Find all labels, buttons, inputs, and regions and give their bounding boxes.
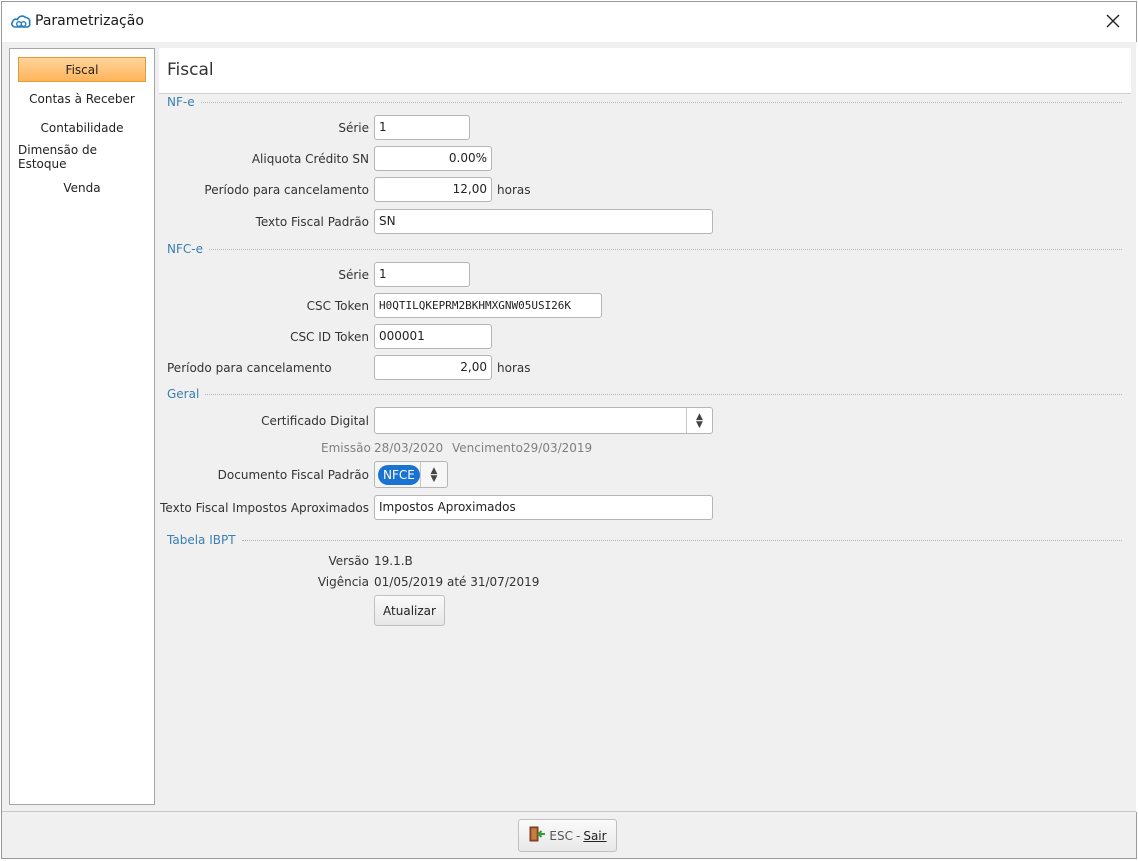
versao-label: Versão bbox=[328, 554, 369, 568]
exit-label: Sair bbox=[583, 828, 607, 843]
impostos-input[interactable]: Impostos Aproximados bbox=[374, 495, 713, 520]
cloud-logo-icon bbox=[10, 12, 32, 30]
section-nfce: NFC-e bbox=[167, 242, 1122, 256]
section-divider bbox=[200, 101, 1122, 103]
emissao-label: Emissão bbox=[321, 441, 371, 455]
title-bar: Parametrização bbox=[2, 2, 1136, 42]
nfce-csc-token-label: CSC Token bbox=[306, 299, 369, 313]
spin-arrows-icon: ▲ ▼ bbox=[686, 408, 712, 433]
section-title: NFC-e bbox=[167, 242, 203, 256]
nfce-serie-label: Série bbox=[338, 268, 369, 282]
exit-separator: - bbox=[575, 828, 581, 843]
atualizar-label: Atualizar bbox=[383, 603, 436, 618]
footer-bar: ESC - Sair bbox=[2, 811, 1136, 858]
certificado-value bbox=[375, 408, 675, 433]
documento-label: Documento Fiscal Padrão bbox=[217, 468, 369, 482]
certificado-label: Certificado Digital bbox=[261, 414, 369, 428]
section-geral: Geral bbox=[167, 387, 1122, 401]
emissao-value: 28/03/2020 bbox=[374, 441, 444, 455]
vencimento-label: Vencimento bbox=[452, 441, 523, 455]
nfe-aliquota-label: Aliquota Crédito SN bbox=[251, 152, 369, 166]
sidebar-item-contabilidade[interactable]: Contabilidade bbox=[18, 115, 146, 140]
nfce-csc-id-input[interactable]: 000001 bbox=[374, 324, 492, 349]
section-divider bbox=[205, 393, 1122, 395]
vencimento-value: 29/03/2019 bbox=[523, 441, 593, 455]
nfce-periodo-unit: horas bbox=[497, 361, 531, 375]
page-title: Fiscal bbox=[167, 60, 214, 80]
sidebar-item-dimensao-de-estoque[interactable]: Dimensão de Estoque bbox=[18, 142, 146, 171]
nfce-periodo-label: Período para cancelamento bbox=[167, 361, 332, 375]
nfce-periodo-input[interactable]: 2,00 bbox=[374, 355, 492, 380]
main-panel: Fiscal NF-e Série 1 Aliquota Crédito SN … bbox=[159, 48, 1131, 805]
atualizar-button[interactable]: Atualizar bbox=[374, 595, 445, 626]
spin-arrows-icon: ▲ ▼ bbox=[420, 462, 447, 487]
sidebar-item-label: Venda bbox=[63, 180, 101, 195]
nfe-periodo-label: Período para cancelamento bbox=[204, 183, 369, 197]
vigencia-value: 01/05/2019 até 31/07/2019 bbox=[374, 575, 540, 589]
nfe-serie-label: Série bbox=[338, 121, 369, 135]
nfe-texto-label: Texto Fiscal Padrão bbox=[255, 215, 369, 229]
section-title: NF-e bbox=[167, 95, 195, 109]
sidebar-item-label: Contas à Receber bbox=[29, 91, 135, 106]
nfe-periodo-unit: horas bbox=[497, 183, 531, 197]
vigencia-label: Vigência bbox=[317, 575, 369, 589]
documento-chip: NFCE bbox=[378, 465, 420, 485]
settings-window: Parametrização Fiscal Contas à Receber C… bbox=[1, 1, 1138, 859]
exit-button[interactable]: ESC - Sair bbox=[518, 819, 617, 852]
nfce-csc-id-label: CSC ID Token bbox=[290, 330, 369, 344]
section-title: Geral bbox=[167, 387, 200, 401]
section-tabela-ibpt: Tabela IBPT bbox=[167, 533, 1122, 547]
sidebar-item-fiscal[interactable]: Fiscal bbox=[18, 57, 146, 82]
impostos-label: Texto Fiscal Impostos Aproximados bbox=[160, 501, 369, 515]
close-icon bbox=[1106, 14, 1120, 31]
sidebar-item-label: Dimensão de Estoque bbox=[18, 142, 98, 171]
versao-value: 19.1.B bbox=[374, 554, 413, 568]
exit-door-icon bbox=[528, 826, 546, 845]
close-button[interactable] bbox=[1090, 2, 1136, 42]
section-title: Tabela IBPT bbox=[167, 533, 236, 547]
section-divider bbox=[241, 539, 1122, 541]
nfe-serie-input[interactable]: 1 bbox=[374, 115, 470, 140]
nfce-csc-token-input[interactable]: H0QTILQKEPRM2BKHMXGNW05USI26K bbox=[374, 293, 602, 318]
exit-shortcut: ESC bbox=[549, 828, 573, 843]
nfe-periodo-input[interactable]: 12,00 bbox=[374, 177, 492, 202]
nfe-aliquota-input[interactable]: 0.00% bbox=[374, 146, 492, 171]
sidebar-item-venda[interactable]: Venda bbox=[18, 175, 146, 200]
sidebar-item-contas-a-receber[interactable]: Contas à Receber bbox=[18, 86, 146, 111]
sidebar-item-label: Contabilidade bbox=[40, 120, 124, 135]
window-title: Parametrização bbox=[35, 13, 144, 29]
section-divider bbox=[208, 248, 1122, 250]
certificado-select[interactable]: ▲ ▼ bbox=[374, 407, 713, 434]
nfe-texto-input[interactable]: SN bbox=[374, 209, 713, 234]
panel-header: Fiscal bbox=[159, 48, 1131, 94]
nfce-serie-input[interactable]: 1 bbox=[374, 262, 470, 287]
sidebar-item-label: Fiscal bbox=[65, 62, 99, 77]
section-nfe: NF-e bbox=[167, 95, 1122, 109]
documento-select[interactable]: NFCE ▲ ▼ bbox=[374, 461, 448, 488]
sidebar: Fiscal Contas à Receber Contabilidade Di… bbox=[9, 48, 155, 805]
